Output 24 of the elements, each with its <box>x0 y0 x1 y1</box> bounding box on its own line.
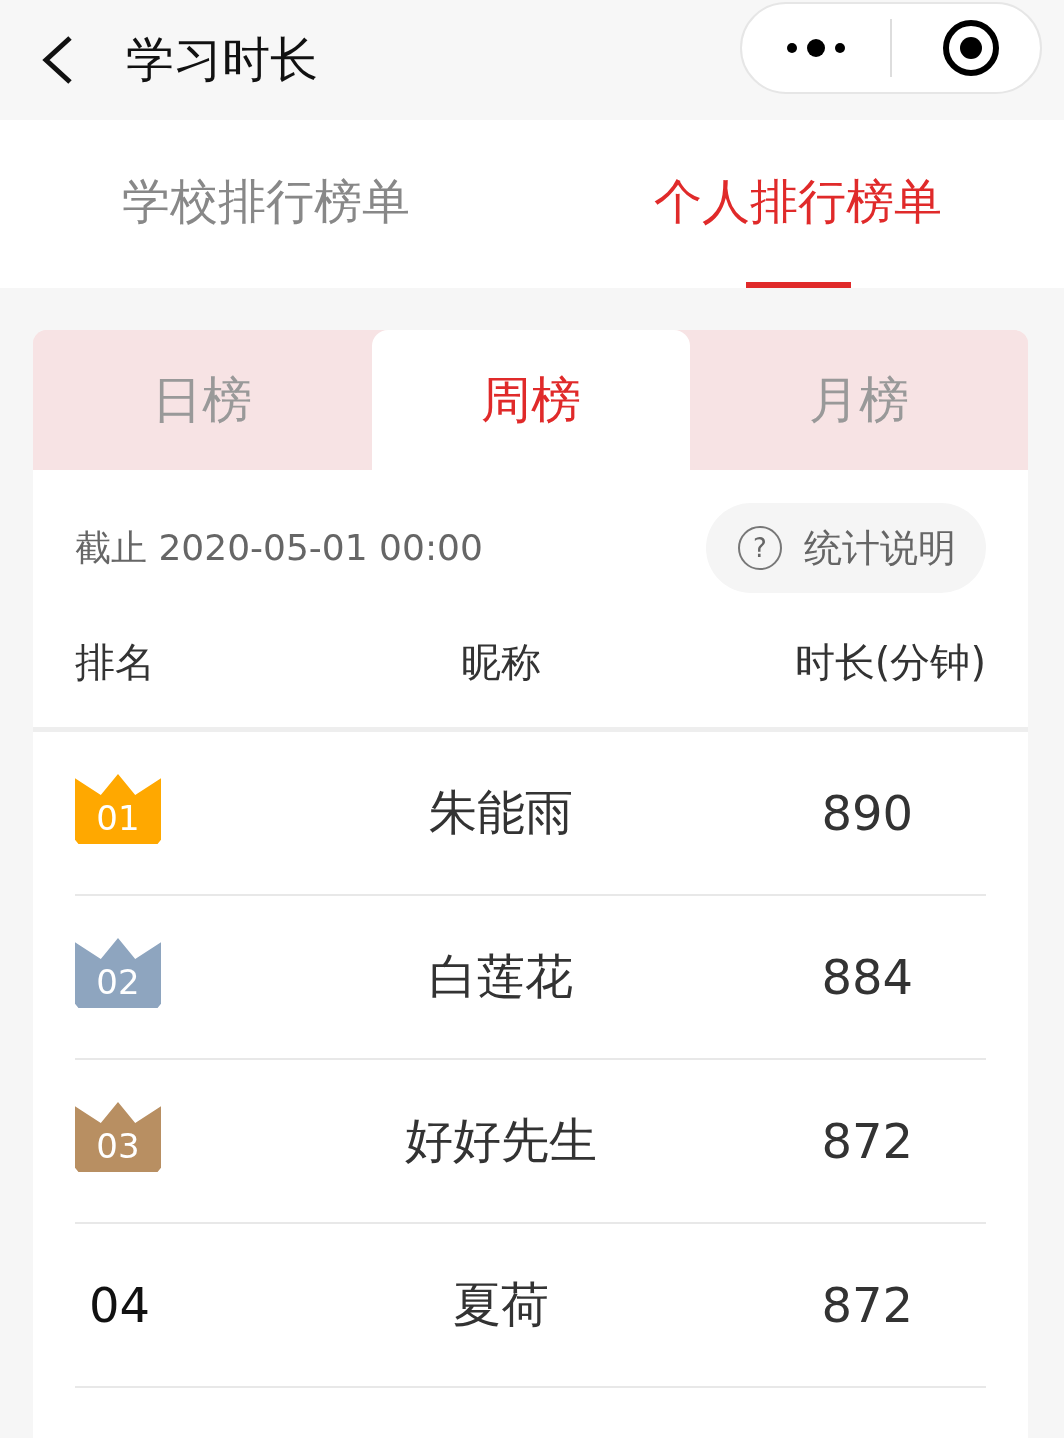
page-title: 学习时长 <box>126 30 319 89</box>
tab[interactable]: 学校排行榜单 <box>0 120 532 288</box>
minutes-value: 872 <box>821 1113 913 1169</box>
stats-info-button[interactable]: ? 统计说明 <box>706 503 986 593</box>
cutoff-time: 截止 2020-05-01 00:00 <box>75 525 483 570</box>
crown-badge: 01 <box>75 774 161 844</box>
minutes-value: 884 <box>821 949 913 1005</box>
column-header: 排名 <box>75 637 156 687</box>
nickname: 夏荷 <box>452 1275 549 1334</box>
more-icon[interactable] <box>786 38 846 58</box>
minutes-value: 872 <box>821 1277 913 1333</box>
target-icon[interactable] <box>942 19 1000 77</box>
minutes-value: 890 <box>821 785 913 841</box>
nickname: 朱能雨 <box>428 783 573 842</box>
rank-number: 04 <box>89 1277 152 1333</box>
tab[interactable]: 个人排行榜单 <box>532 120 1064 288</box>
column-header: 时长(分钟) <box>794 637 986 687</box>
column-header: 昵称 <box>460 637 541 687</box>
crown-badge: 03 <box>75 1102 161 1172</box>
nickname: 好好先生 <box>404 1111 597 1170</box>
nickname: 白莲花 <box>428 947 573 1006</box>
crown-badge: 02 <box>75 938 161 1008</box>
back-icon[interactable] <box>40 35 74 85</box>
period-tab[interactable]: 周榜 <box>371 330 690 470</box>
